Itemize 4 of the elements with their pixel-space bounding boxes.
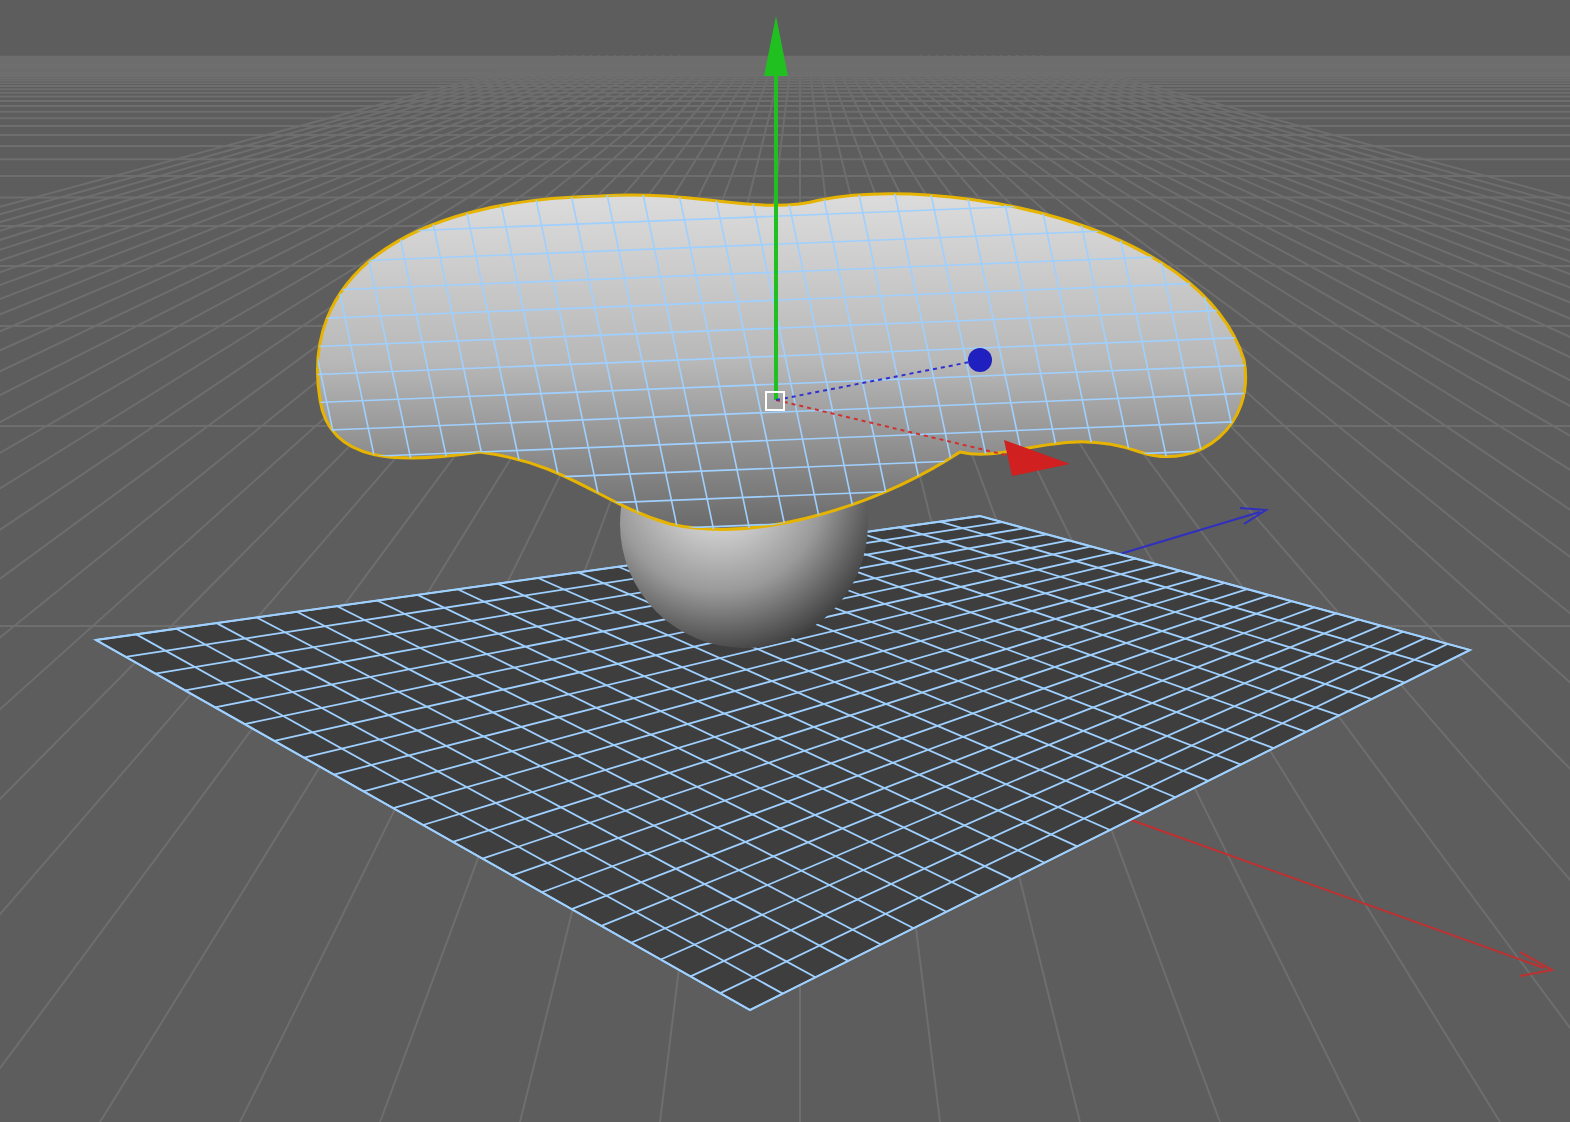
z-axis-arrow[interactable] [775, 348, 992, 401]
object-center-handle[interactable] [765, 391, 785, 411]
x-axis-arrow[interactable] [775, 399, 1070, 476]
y-axis-arrow[interactable] [764, 16, 788, 400]
